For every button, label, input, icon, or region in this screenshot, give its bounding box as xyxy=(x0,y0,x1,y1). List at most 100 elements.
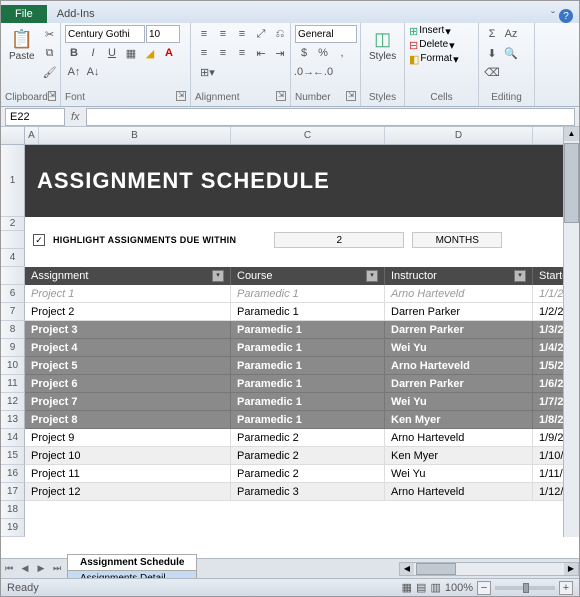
table-cell[interactable]: Project 4 xyxy=(25,339,231,357)
font-name-select[interactable] xyxy=(65,25,145,43)
table-cell[interactable]: Project 5 xyxy=(25,357,231,375)
vertical-scrollbar[interactable]: ▲ xyxy=(563,127,579,537)
clipboard-launcher[interactable]: ⇲ xyxy=(48,91,56,101)
format-cells-button[interactable]: Format xyxy=(420,53,452,66)
table-row[interactable]: Project 10Paramedic 2Ken Myer1/10/2 xyxy=(25,447,579,465)
row-header[interactable]: 7 xyxy=(1,303,25,321)
zoom-level[interactable]: 100% xyxy=(445,582,473,594)
table-row[interactable]: Project 7Paramedic 1Wei Yu1/7/20 xyxy=(25,393,579,411)
fill-color-button[interactable]: ◢ xyxy=(141,44,159,62)
table-cell[interactable]: Ken Myer xyxy=(385,411,533,429)
scroll-up-arrow[interactable]: ▲ xyxy=(564,127,579,141)
border-button[interactable]: ▦ xyxy=(122,44,140,62)
table-cell[interactable]: Paramedic 2 xyxy=(231,447,385,465)
row-header[interactable]: 18 xyxy=(1,501,25,519)
vscroll-thumb[interactable] xyxy=(564,143,579,223)
table-row[interactable]: Project 12Paramedic 3Arno Harteveld1/12/… xyxy=(25,483,579,501)
comma-button[interactable]: , xyxy=(333,44,351,62)
decrease-decimal-button[interactable]: ←.0 xyxy=(314,63,332,81)
copy-button[interactable]: ⧉ xyxy=(41,44,59,62)
decrease-indent-button[interactable]: ⇤ xyxy=(252,44,270,62)
table-cell[interactable]: Project 3 xyxy=(25,321,231,339)
zoom-in-button[interactable]: + xyxy=(559,581,573,595)
font-size-select[interactable] xyxy=(146,25,180,43)
row-header[interactable]: 15 xyxy=(1,447,25,465)
file-tab[interactable]: File xyxy=(1,5,47,23)
row-header[interactable]: 13 xyxy=(1,411,25,429)
tab-nav-last[interactable]: ⏭ xyxy=(49,561,65,577)
col-header-b[interactable]: B xyxy=(39,127,231,144)
sort-button[interactable]: Aᴢ xyxy=(502,25,520,43)
row-header[interactable]: 2 xyxy=(1,217,25,231)
styles-button[interactable]: ◫ Styles xyxy=(365,25,400,64)
filter-dropdown-course[interactable]: ▾ xyxy=(366,270,378,282)
row-header[interactable] xyxy=(1,267,25,285)
table-row[interactable]: Project 8Paramedic 1Ken Myer1/8/20 xyxy=(25,411,579,429)
table-cell[interactable]: Paramedic 1 xyxy=(231,321,385,339)
row-header[interactable]: 10 xyxy=(1,357,25,375)
col-header-d[interactable]: D xyxy=(385,127,533,144)
view-normal-icon[interactable]: ▦ xyxy=(402,581,412,594)
highlight-checkbox[interactable]: ✓ xyxy=(33,234,45,246)
row-header[interactable]: 14 xyxy=(1,429,25,447)
italic-button[interactable]: I xyxy=(84,44,102,62)
table-cell[interactable]: Arno Harteveld xyxy=(385,483,533,501)
align-center-button[interactable]: ≡ xyxy=(214,44,232,62)
scroll-left-arrow[interactable]: ◀ xyxy=(400,563,414,575)
table-cell[interactable]: Paramedic 1 xyxy=(231,411,385,429)
table-row[interactable]: Project 11Paramedic 2Wei Yu1/11/2 xyxy=(25,465,579,483)
table-cell[interactable]: Project 6 xyxy=(25,375,231,393)
col-header-a[interactable]: A xyxy=(25,127,39,144)
view-pagebreak-icon[interactable]: ▥ xyxy=(430,581,440,594)
align-middle-button[interactable]: ≡ xyxy=(214,25,232,43)
paste-button[interactable]: 📋 Paste xyxy=(5,25,39,64)
table-row[interactable]: Project 9Paramedic 2Arno Harteveld1/9/20 xyxy=(25,429,579,447)
table-cell[interactable]: Project 9 xyxy=(25,429,231,447)
align-bottom-button[interactable]: ≡ xyxy=(233,25,251,43)
table-row[interactable]: Project 4Paramedic 1Wei Yu1/4/20 xyxy=(25,339,579,357)
tab-add-ins[interactable]: Add-Ins xyxy=(47,5,129,23)
tab-nav-prev[interactable]: ◀ xyxy=(17,561,33,577)
hscroll-thumb[interactable] xyxy=(416,563,456,575)
table-cell[interactable]: Paramedic 1 xyxy=(231,357,385,375)
align-left-button[interactable]: ≡ xyxy=(195,44,213,62)
row-header[interactable]: 17 xyxy=(1,483,25,501)
table-cell[interactable]: Darren Parker xyxy=(385,375,533,393)
fill-button[interactable]: ⬇ xyxy=(483,44,501,62)
format-painter-button[interactable]: 🖌 xyxy=(41,63,59,81)
currency-button[interactable]: $ xyxy=(295,44,313,62)
table-cell[interactable]: Project 11 xyxy=(25,465,231,483)
sheet-tab[interactable]: Assignment Schedule xyxy=(67,554,197,570)
table-cell[interactable]: Paramedic 1 xyxy=(231,375,385,393)
table-cell[interactable]: Paramedic 1 xyxy=(231,285,385,303)
wrap-text-button[interactable]: ⎌ xyxy=(271,25,289,43)
alignment-launcher[interactable]: ⇲ xyxy=(276,91,286,101)
increase-decimal-button[interactable]: .0→ xyxy=(295,63,313,81)
autosum-button[interactable]: Σ xyxy=(483,25,501,43)
decrease-font-button[interactable]: A↓ xyxy=(84,63,102,81)
row-header[interactable]: 9 xyxy=(1,339,25,357)
table-cell[interactable]: Darren Parker xyxy=(385,321,533,339)
minimize-ribbon-icon[interactable]: ˇ xyxy=(551,9,555,23)
cut-button[interactable]: ✂ xyxy=(41,25,59,43)
delete-cells-button[interactable]: Delete xyxy=(419,39,448,52)
table-cell[interactable]: Paramedic 1 xyxy=(231,303,385,321)
row-header[interactable]: 12 xyxy=(1,393,25,411)
filter-dropdown-assignment[interactable]: ▾ xyxy=(212,270,224,282)
highlight-value-input[interactable]: 2 xyxy=(274,232,404,248)
table-cell[interactable]: Wei Yu xyxy=(385,339,533,357)
zoom-slider[interactable] xyxy=(495,586,555,590)
table-cell[interactable]: Paramedic 1 xyxy=(231,393,385,411)
row-header[interactable] xyxy=(1,231,25,249)
table-row[interactable]: Project 3Paramedic 1Darren Parker1/3/20 xyxy=(25,321,579,339)
font-color-button[interactable]: A xyxy=(160,44,178,62)
fx-icon[interactable]: fx xyxy=(71,111,80,123)
select-all-corner[interactable] xyxy=(1,127,25,144)
find-button[interactable]: 🔍 xyxy=(502,44,520,62)
clear-button[interactable]: ⌫ xyxy=(483,63,501,81)
table-cell[interactable]: Ken Myer xyxy=(385,447,533,465)
name-box[interactable]: E22 xyxy=(5,108,65,126)
row-header[interactable]: 4 xyxy=(1,249,25,267)
number-launcher[interactable]: ⇲ xyxy=(346,91,356,101)
underline-button[interactable]: U xyxy=(103,44,121,62)
